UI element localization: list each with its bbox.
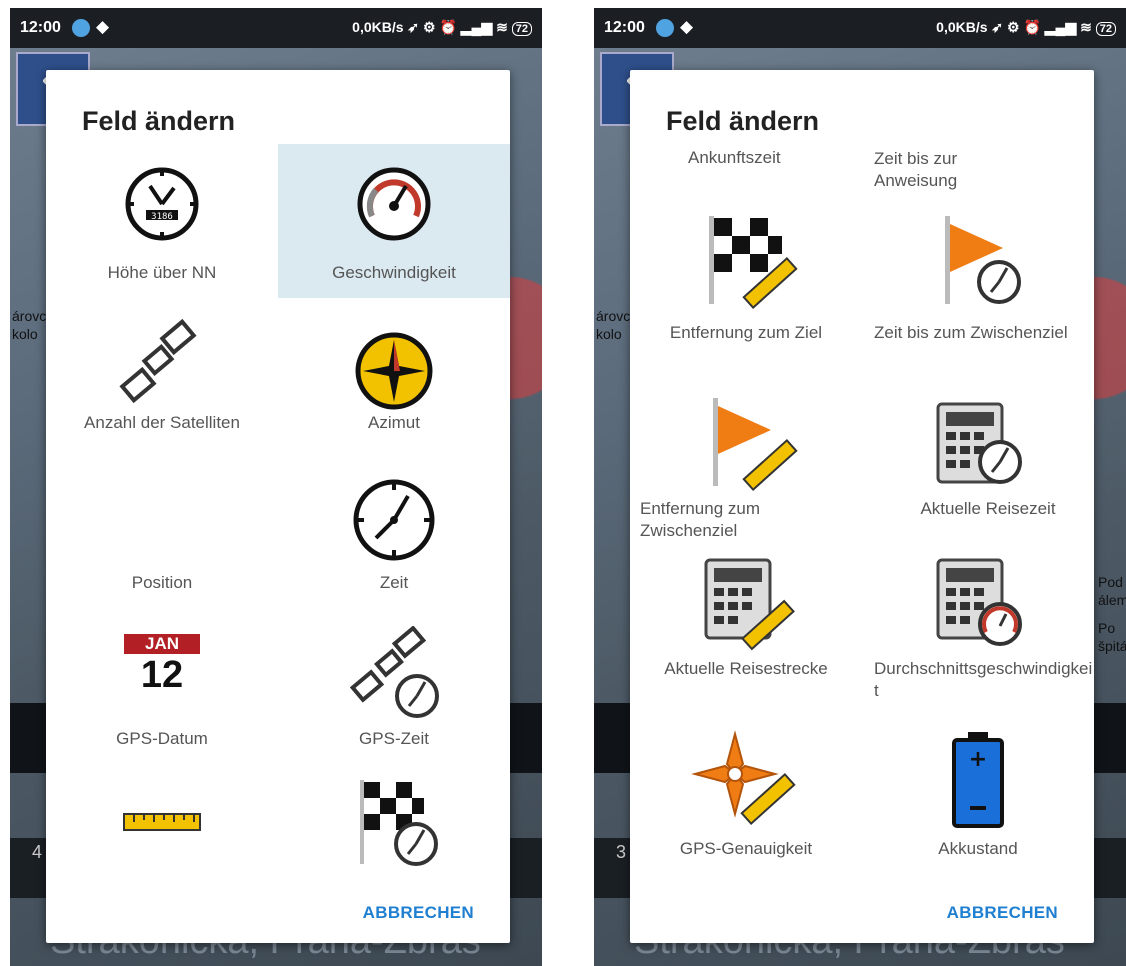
map-label: árovc <box>12 308 47 324</box>
map-label: árovc <box>596 308 631 324</box>
map-label: 3 <box>616 842 627 862</box>
calendar-day: 12 <box>140 654 184 696</box>
calculator-ruler-icon <box>704 558 795 651</box>
dialog-title: Feld ändern <box>666 106 820 136</box>
field-option-gps-time[interactable]: GPS-Zeit <box>278 626 510 766</box>
map-label: 4 <box>32 842 43 862</box>
field-option-speed[interactable]: Geschwindigkeit <box>278 144 510 298</box>
right-screenshot: árovc kolo Pod álem Po špitá 3 Strakonic… <box>594 8 1126 966</box>
clock-icon <box>353 479 435 561</box>
status-indicators: 0,0KB/s ➶ ⚙ ⏰ ▂▄▆ ≋ 72 <box>352 19 532 36</box>
svg-text:+: + <box>969 747 987 772</box>
cancel-button[interactable]: ABBRECHEN <box>363 903 474 923</box>
network-speed: 0,0KB/s <box>936 19 988 35</box>
field-label: Aktuelle Reisezeit <box>920 499 1056 518</box>
field-label: Aktuelle Reisestrecke <box>664 659 828 678</box>
calculator-speedometer-icon <box>936 558 1022 646</box>
field-option-battery-level[interactable]: + Akkustand <box>862 730 1094 880</box>
field-label: Höhe über NN <box>107 263 217 282</box>
field-label: Zeit bis zum Zwischenziel <box>874 323 1068 342</box>
change-field-dialog: Feld ändern Ankunftszeit Zeit bis zur An… <box>630 70 1094 943</box>
svg-text:3186: 3186 <box>151 212 173 222</box>
battery-level: 72 <box>1095 22 1116 36</box>
speedometer-icon <box>357 167 431 241</box>
navigation-notification-icon: ◆ <box>680 17 694 36</box>
satellite-clock-icon <box>349 626 439 718</box>
calendar-month: JAN <box>124 634 200 654</box>
field-label: GPS-Zeit <box>359 729 429 748</box>
status-bar: 12:00 ◆ 0,0KB/s ➶ ⚙ ⏰ ▂▄▆ ≋ 72 <box>594 8 1126 48</box>
status-bar: 12:00 ◆ 0,0KB/s ➶ ⚙ ⏰ ▂▄▆ ≋ 72 <box>10 8 542 48</box>
field-label: Geschwindigkeit <box>332 263 456 282</box>
app-notification-icon <box>656 19 674 37</box>
map-label: Po <box>1098 620 1116 636</box>
waypoint-flag-clock-icon <box>945 216 1021 304</box>
altitude-clock-icon: 3186 <box>125 167 199 241</box>
map-label: kolo <box>12 326 38 342</box>
map-label: álem <box>1098 592 1126 608</box>
field-label: Zeit bis zur Anweisung <box>874 149 958 190</box>
status-time: 12:00 <box>20 19 61 36</box>
field-label: Position <box>131 573 193 592</box>
field-option-travel-distance[interactable]: Aktuelle Reisestrecke <box>630 550 862 710</box>
field-label: Azimut <box>368 413 420 432</box>
battery-level: 72 <box>511 22 532 36</box>
field-option-average-speed[interactable]: Durchschnittsgeschwindigkeit <box>862 550 1094 710</box>
field-label: Ankunftszeit <box>688 148 781 167</box>
field-label: Akkustand <box>938 839 1018 858</box>
field-option-satellites[interactable]: Anzahl der Satelliten <box>46 310 278 450</box>
status-indicators: 0,0KB/s ➶ ⚙ ⏰ ▂▄▆ ≋ 72 <box>936 19 1116 36</box>
finish-flag-clock-icon <box>360 780 438 866</box>
compass-icon <box>355 332 433 410</box>
status-time: 12:00 <box>604 19 645 36</box>
finish-flag-ruler-icon <box>709 216 798 310</box>
map-label: kolo <box>596 326 622 342</box>
calculator-clock-icon <box>936 402 1022 484</box>
map-label: špitá <box>1098 638 1126 654</box>
field-option-distance-to-destination[interactable]: Entfernung zum Ziel <box>630 210 862 370</box>
field-option-distance[interactable] <box>46 782 278 882</box>
field-option-position[interactable]: Position <box>46 470 278 610</box>
field-label: GPS-Genauigkeit <box>679 839 813 858</box>
map-label: Pod <box>1098 574 1123 590</box>
field-option-distance-to-waypoint[interactable]: Entfernung zum Zwischenziel <box>630 390 862 550</box>
field-option-altitude[interactable]: 3186 Höhe über NN <box>46 154 278 304</box>
waypoint-flag-ruler-icon <box>713 398 798 492</box>
ruler-icon <box>123 813 201 831</box>
field-option-gps-accuracy[interactable]: GPS-Genauigkeit <box>630 730 862 880</box>
calendar-icon: JAN 12 <box>124 634 200 696</box>
field-option-gps-date[interactable]: JAN 12 GPS-Datum <box>46 626 278 766</box>
field-label: GPS-Datum <box>116 729 208 748</box>
field-option-time-to-destination[interactable] <box>278 776 510 876</box>
left-screenshot: árovc kolo 4 Strakonická, Praha-Zbras ↰ … <box>10 8 542 966</box>
app-notification-icon <box>72 19 90 37</box>
field-option-azimuth[interactable]: Azimut <box>278 310 510 450</box>
satellite-icon <box>119 318 197 404</box>
gps-accuracy-icon <box>691 730 796 826</box>
change-field-dialog: Feld ändern 3186 Höhe über NN Geschwindi… <box>46 70 510 943</box>
network-speed: 0,0KB/s <box>352 19 404 35</box>
field-option-travel-time[interactable]: Aktuelle Reisezeit <box>862 390 1094 550</box>
cancel-button[interactable]: ABBRECHEN <box>947 903 1058 923</box>
field-option-time[interactable]: Zeit <box>278 470 510 610</box>
battery-icon: + <box>952 732 1004 828</box>
dialog-title: Feld ändern <box>82 106 236 136</box>
field-option-time-to-waypoint[interactable]: Zeit bis zum Zwischenziel <box>862 210 1094 370</box>
field-label: Anzahl der Satelliten <box>84 413 240 432</box>
field-label: Entfernung zum Zwischenziel <box>640 499 761 540</box>
field-label: Zeit <box>379 573 409 592</box>
field-label: Entfernung zum Ziel <box>669 323 823 342</box>
field-label: Durchschnittsgeschwindigkeit <box>874 659 1093 700</box>
navigation-notification-icon: ◆ <box>96 17 110 36</box>
